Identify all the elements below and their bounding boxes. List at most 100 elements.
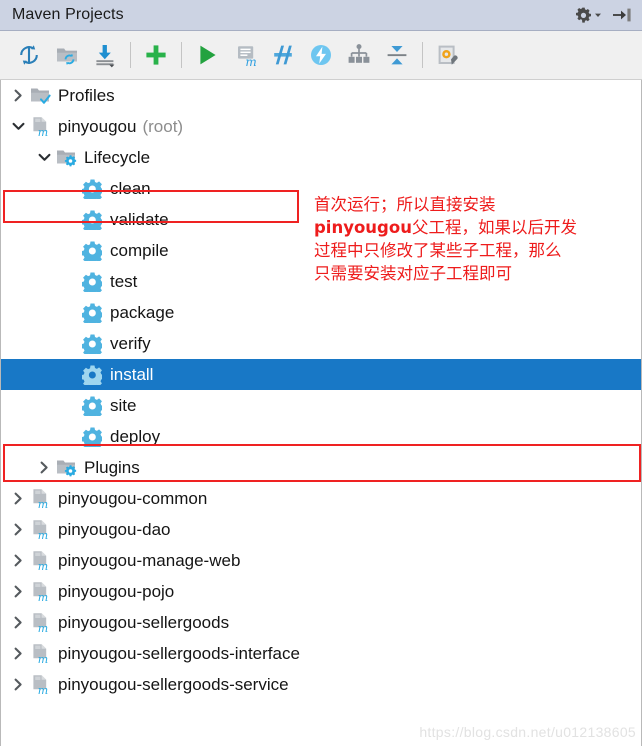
execute-maven-goal-icon[interactable]: m xyxy=(226,36,264,74)
tree-row-label: pinyougou-sellergoods-service xyxy=(58,675,289,694)
watermark-text: https://blog.csdn.net/u012138605 xyxy=(419,724,636,740)
settings-gear-icon[interactable] xyxy=(574,6,602,25)
tree-row-label: pinyougou-sellergoods xyxy=(58,613,230,632)
toolbar-separator xyxy=(422,42,423,68)
tree-row-pinyougou-pojo[interactable]: m pinyougou-pojo xyxy=(1,576,642,607)
folder-gear-icon xyxy=(55,147,77,169)
tree-row-lifecycle[interactable]: Lifecycle xyxy=(1,142,642,173)
maven-projects-tree-container[interactable]: Profiles m pinyougou (root) Lifecycle cle… xyxy=(0,80,642,746)
show-dependencies-icon[interactable] xyxy=(340,36,378,74)
add-maven-project-icon[interactable] xyxy=(137,36,175,74)
svg-text:m: m xyxy=(37,684,47,695)
tree-row-profiles[interactable]: Profiles xyxy=(1,80,642,111)
tree-row-install[interactable]: install xyxy=(1,359,642,390)
tree-row-deploy[interactable]: deploy xyxy=(1,421,642,452)
tree-row-label: deploy xyxy=(110,427,161,446)
annotation-line-1: 首次运行；所以直接安装 xyxy=(314,195,496,214)
maven-module-icon: m xyxy=(29,643,51,665)
tree-row-plugins[interactable]: Plugins xyxy=(1,452,642,483)
maven-goal-icon xyxy=(81,426,103,448)
tree-row-pinyougou-manage-web[interactable]: m pinyougou-manage-web xyxy=(1,545,642,576)
svg-text:m: m xyxy=(37,126,47,137)
tree-row-pinyougou-dao[interactable]: m pinyougou-dao xyxy=(1,514,642,545)
maven-settings-icon[interactable] xyxy=(429,36,467,74)
svg-text:m: m xyxy=(37,529,47,540)
tree-row-suffix: (root) xyxy=(142,116,184,136)
maven-module-icon: m xyxy=(29,116,51,138)
annotation-line-3: 过程中只修改了某些子工程，那么 xyxy=(314,241,562,260)
tool-window-titlebar: Maven Projects xyxy=(0,0,642,31)
maven-goal-icon xyxy=(81,209,103,231)
tree-row-label: clean xyxy=(110,179,151,198)
toolbar-separator xyxy=(181,42,182,68)
annotation-line-2-rest: 父工程，如果以后开发 xyxy=(411,218,577,237)
maven-goal-icon xyxy=(81,178,103,200)
toggle-offline-mode-icon[interactable] xyxy=(302,36,340,74)
maven-module-icon: m xyxy=(29,612,51,634)
download-sources-and-documentation-icon[interactable] xyxy=(86,36,124,74)
chevron-right-icon[interactable] xyxy=(7,607,29,638)
tree-row-label: pinyougou-pojo xyxy=(58,582,175,601)
chevron-right-icon[interactable] xyxy=(7,576,29,607)
svg-text:m: m xyxy=(37,498,47,509)
collapse-all-icon[interactable] xyxy=(378,36,416,74)
hide-panel-icon[interactable] xyxy=(612,6,632,24)
generate-sources-and-update-folders-icon[interactable] xyxy=(48,36,86,74)
maven-projects-tool-window: Maven Projects m Profiles m pinyougou (r… xyxy=(0,0,642,746)
maven-projects-tree[interactable]: Profiles m pinyougou (root) Lifecycle cle… xyxy=(1,80,642,700)
chevron-right-icon[interactable] xyxy=(7,514,29,545)
maven-goal-icon xyxy=(81,333,103,355)
maven-module-icon: m xyxy=(29,550,51,572)
annotation-line-2-bold: pinyougou xyxy=(314,218,412,237)
toggle-skip-tests-icon[interactable] xyxy=(264,36,302,74)
tool-window-title: Maven Projects xyxy=(12,6,124,23)
maven-goal-icon xyxy=(81,240,103,262)
maven-goal-icon xyxy=(81,271,103,293)
tree-row-label: site xyxy=(110,396,137,415)
tree-row-site[interactable]: site xyxy=(1,390,642,421)
tree-row-label: Profiles xyxy=(58,86,115,105)
svg-text:m: m xyxy=(245,55,256,68)
tree-row-pinyougou-sellergoods-service[interactable]: m pinyougou-sellergoods-service xyxy=(1,669,642,700)
tree-row-label: pinyougou xyxy=(58,117,137,136)
tree-row-label: pinyougou-dao xyxy=(58,520,171,539)
tree-row-pinyougou-sellergoods[interactable]: m pinyougou-sellergoods xyxy=(1,607,642,638)
chevron-right-icon[interactable] xyxy=(7,80,29,111)
folder-check-icon xyxy=(29,85,51,107)
chevron-right-icon[interactable] xyxy=(7,638,29,669)
reimport-all-maven-projects-icon[interactable] xyxy=(10,36,48,74)
titlebar-actions xyxy=(574,6,636,25)
maven-module-icon: m xyxy=(29,519,51,541)
svg-text:m: m xyxy=(37,560,47,571)
tree-row-label: Plugins xyxy=(84,458,140,477)
tree-row-label: package xyxy=(110,303,175,322)
tree-row-label: pinyougou-sellergoods-interface xyxy=(58,644,300,663)
tree-row-pinyougou[interactable]: m pinyougou (root) xyxy=(1,111,642,142)
maven-toolbar: m xyxy=(0,31,642,80)
chevron-right-icon[interactable] xyxy=(33,452,55,483)
tree-row-label: test xyxy=(110,272,138,291)
folder-gear-icon xyxy=(55,457,77,479)
chevron-down-icon[interactable] xyxy=(33,142,55,173)
maven-module-icon: m xyxy=(29,674,51,696)
maven-module-icon: m xyxy=(29,488,51,510)
tree-row-verify[interactable]: verify xyxy=(1,328,642,359)
maven-goal-icon xyxy=(81,302,103,324)
maven-module-icon: m xyxy=(29,581,51,603)
run-maven-build-icon[interactable] xyxy=(188,36,226,74)
chevron-right-icon[interactable] xyxy=(7,483,29,514)
tree-row-label: validate xyxy=(110,210,169,229)
maven-goal-icon xyxy=(81,395,103,417)
chinese-annotation-text: 首次运行；所以直接安装 pinyougou父工程，如果以后开发 过程中只修改了某… xyxy=(314,193,639,285)
tree-row-pinyougou-common[interactable]: m pinyougou-common xyxy=(1,483,642,514)
tree-row-label: compile xyxy=(110,241,169,260)
tree-row-pinyougou-sellergoods-interface[interactable]: m pinyougou-sellergoods-interface xyxy=(1,638,642,669)
tree-row-label: Lifecycle xyxy=(84,148,151,167)
svg-text:m: m xyxy=(37,591,47,602)
tree-row-label: verify xyxy=(110,334,151,353)
svg-text:m: m xyxy=(37,653,47,664)
chevron-right-icon[interactable] xyxy=(7,545,29,576)
chevron-right-icon[interactable] xyxy=(7,669,29,700)
tree-row-package[interactable]: package xyxy=(1,297,642,328)
chevron-down-icon[interactable] xyxy=(7,111,29,142)
